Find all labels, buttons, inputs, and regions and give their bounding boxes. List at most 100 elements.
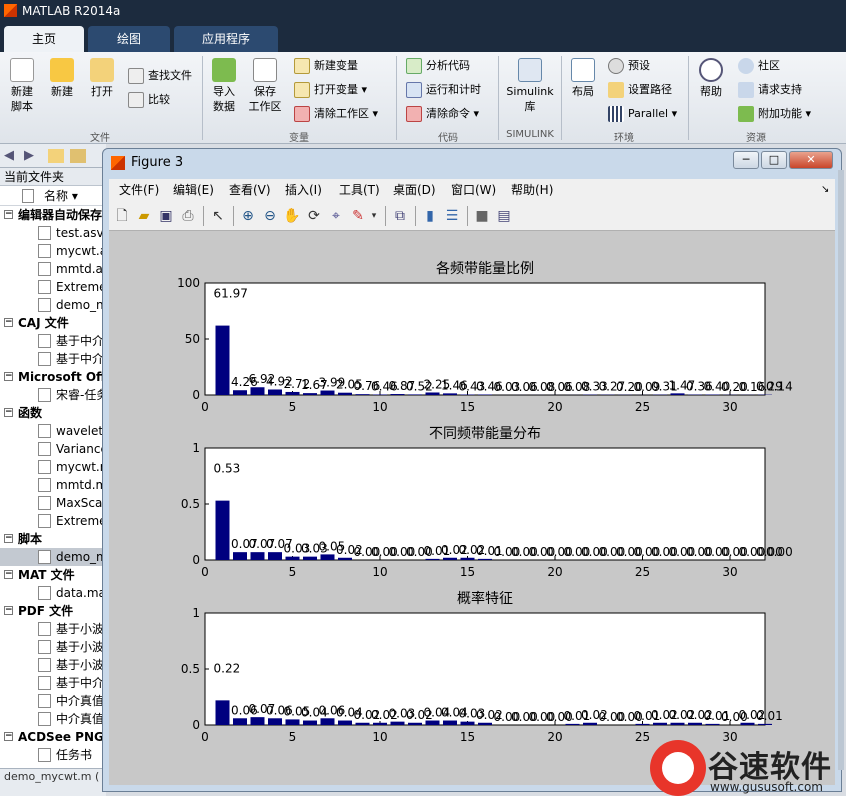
figure-canvas[interactable]: 各频带能量比例 0 5 10 15 20 25 30 0 50 100 61.97 4.26 6.92 4.… (109, 231, 835, 785)
help-button[interactable]: 帮助 (694, 58, 728, 99)
colorbar-icon[interactable]: ▮ (421, 207, 439, 225)
new-button[interactable]: 新建 (46, 58, 78, 99)
folder-group[interactable]: − CAJ 文件 (0, 314, 105, 332)
figure-title-bar[interactable]: Figure 3 (103, 149, 841, 177)
file-item[interactable]: 基于中介 (0, 332, 105, 350)
file-item[interactable]: data.ma (0, 584, 105, 602)
collapse-icon[interactable]: − (4, 606, 13, 615)
addons-button[interactable]: 附加功能 ▾ (738, 104, 811, 124)
menu-view[interactable]: 查看(V) (229, 179, 271, 201)
close-button[interactable]: ✕ (789, 151, 833, 169)
maximize-button[interactable]: □ (761, 151, 787, 169)
file-item[interactable]: Extreme (0, 512, 105, 530)
clear-commands-button[interactable]: 清除命令 ▾ (406, 104, 479, 124)
file-item[interactable]: mycwt.a (0, 242, 105, 260)
menu-help[interactable]: 帮助(H) (511, 179, 553, 201)
file-item[interactable]: Variance (0, 440, 105, 458)
parallel-button[interactable]: Parallel ▾ (608, 104, 677, 124)
file-item[interactable]: 宋睿-任务 (0, 386, 105, 404)
collapse-icon[interactable]: − (4, 570, 13, 579)
collapse-icon[interactable]: − (4, 732, 13, 741)
tab-apps[interactable]: 应用程序 (174, 26, 278, 52)
import-data-button[interactable]: 导入 数据 (208, 58, 240, 114)
folder-group[interactable]: − PDF 文件 (0, 602, 105, 620)
new-figure-icon[interactable]: 🗋 (113, 207, 131, 225)
layout-button[interactable]: 布局 (566, 58, 600, 99)
menu-file[interactable]: 文件(F) (119, 179, 159, 201)
folder-group[interactable]: − 脚本 (0, 530, 105, 548)
file-item[interactable]: 基于中介 (0, 674, 105, 692)
save-icon[interactable]: ▣ (157, 207, 175, 225)
data-cursor-icon[interactable]: ⌖ (327, 207, 345, 225)
dock-arrow-icon[interactable]: ↘ (821, 179, 829, 201)
open-icon[interactable]: ▰ (135, 207, 153, 225)
zoom-in-icon[interactable]: ⊕ (239, 207, 257, 225)
folder-group[interactable]: − ACDSee PNG (0, 728, 105, 746)
analyze-code-button[interactable]: 分析代码 (406, 56, 470, 76)
browse-folder-icon[interactable] (70, 149, 86, 163)
file-item[interactable]: 基于小波 (0, 638, 105, 656)
legend-icon[interactable]: ☰ (443, 207, 461, 225)
new-script-button[interactable]: 新建 脚本 (4, 58, 40, 114)
simulink-library-button[interactable]: Simulink 库 (504, 58, 556, 114)
compare-button[interactable]: 比较 (128, 90, 170, 110)
find-files-button[interactable]: 查找文件 (128, 66, 192, 86)
request-support-button[interactable]: 请求支持 (738, 80, 802, 100)
collapse-icon[interactable]: − (4, 318, 13, 327)
folder-group[interactable]: − 函数 (0, 404, 105, 422)
print-icon[interactable]: ⎙ (179, 207, 197, 225)
clear-workspace-button[interactable]: 清除工作区 ▾ (294, 104, 378, 124)
file-item[interactable]: Extreme (0, 278, 105, 296)
collapse-icon[interactable]: − (4, 210, 13, 219)
file-item[interactable]: 任务书 (0, 746, 105, 764)
folder-group[interactable]: − Microsoft Off (0, 368, 105, 386)
folder-group[interactable]: − MAT 文件 (0, 566, 105, 584)
open-variable-button[interactable]: 打开变量 ▾ (294, 80, 367, 100)
collapse-icon[interactable]: − (4, 408, 13, 417)
rotate-icon[interactable]: ⟳ (305, 207, 323, 225)
file-item[interactable]: MaxSca (0, 494, 105, 512)
preferences-button[interactable]: 预设 (608, 56, 650, 76)
minimize-button[interactable]: ─ (733, 151, 759, 169)
menu-tools[interactable]: 工具(T) (339, 179, 380, 201)
file-item[interactable]: mmtd.a (0, 260, 105, 278)
hide-plot-tools-icon[interactable]: ■ (473, 207, 491, 225)
tab-plots[interactable]: 绘图 (88, 26, 170, 52)
up-folder-icon[interactable] (48, 149, 64, 163)
back-icon[interactable]: ◀ (4, 148, 14, 163)
collapse-icon[interactable]: − (4, 372, 13, 381)
menu-insert[interactable]: 插入(I) (285, 179, 322, 201)
file-item[interactable]: mycwt.m (0, 458, 105, 476)
file-item[interactable]: demo_n (0, 296, 105, 314)
set-path-button[interactable]: 设置路径 (608, 80, 672, 100)
column-header-name[interactable]: 名称 ▾ (0, 186, 105, 206)
menu-desktop[interactable]: 桌面(D) (393, 179, 436, 201)
pointer-icon[interactable]: ↖ (209, 207, 227, 225)
save-workspace-button[interactable]: 保存 工作区 (246, 58, 284, 114)
forward-icon[interactable]: ▶ (24, 148, 34, 163)
link-icon[interactable]: ⧉ (391, 207, 409, 225)
figure-scrollbar[interactable] (838, 170, 844, 770)
zoom-out-icon[interactable]: ⊖ (261, 207, 279, 225)
open-button[interactable]: 打开 (86, 58, 118, 99)
file-item[interactable]: 中介真值 (0, 710, 105, 728)
run-and-time-button[interactable]: 运行和计时 (406, 80, 481, 100)
pan-icon[interactable]: ✋ (283, 207, 301, 225)
menu-edit[interactable]: 编辑(E) (173, 179, 214, 201)
new-variable-button[interactable]: 新建变量 (294, 56, 358, 76)
tab-home[interactable]: 主页 (4, 26, 84, 52)
community-button[interactable]: 社区 (738, 56, 780, 76)
collapse-icon[interactable]: − (4, 534, 13, 543)
brush-dropdown-icon[interactable]: ▾ (365, 207, 383, 225)
folder-group[interactable]: − 编辑器自动保存 (0, 206, 105, 224)
file-item[interactable]: 中介真值 (0, 692, 105, 710)
show-plot-tools-icon[interactable]: ▤ (495, 207, 513, 225)
file-item[interactable]: demo_m (0, 548, 105, 566)
file-item[interactable]: 基于小波 (0, 656, 105, 674)
file-item[interactable]: wavelet (0, 422, 105, 440)
file-item[interactable]: mmtd.m (0, 476, 105, 494)
file-item[interactable]: 基于中介 (0, 350, 105, 368)
file-item[interactable]: 基于小波 (0, 620, 105, 638)
file-item[interactable]: test.asv (0, 224, 105, 242)
menu-window[interactable]: 窗口(W) (451, 179, 496, 201)
